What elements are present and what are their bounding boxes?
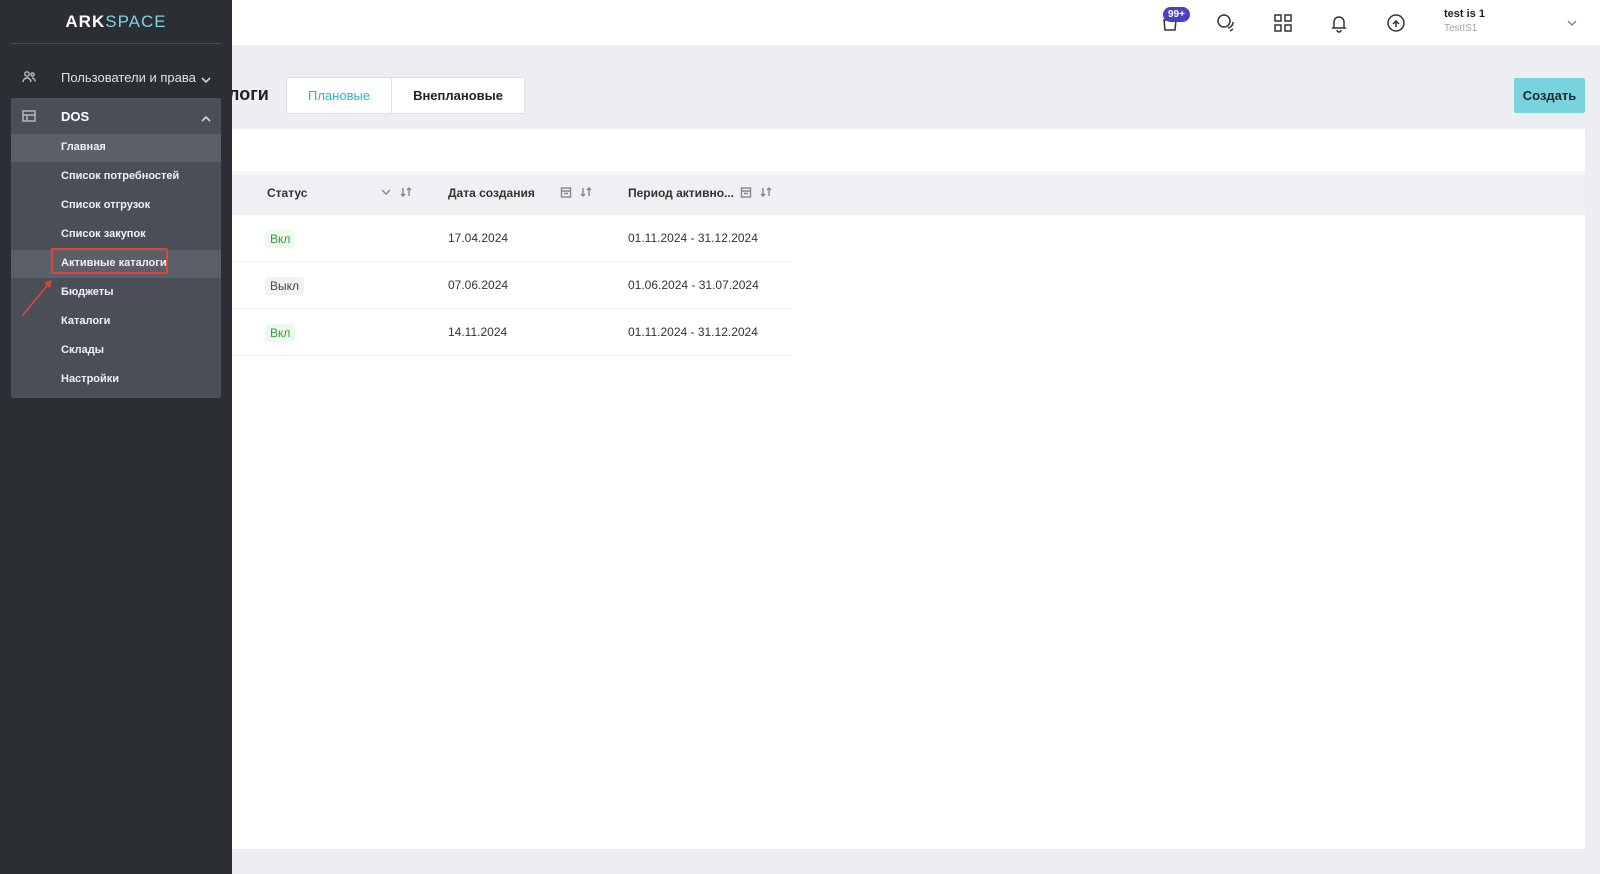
sort-icon[interactable] [400,186,412,198]
notifications-button[interactable] [1326,10,1352,36]
user-menu-toggle[interactable] [1566,16,1578,28]
created-date-cell: 07.06.2024 [448,278,509,292]
sidebar-subitem-label: Главная [61,141,106,153]
logo[interactable]: ARKSPACE [0,12,232,32]
sidebar-subitem-purchases[interactable]: Список закупок [11,221,221,249]
table-row[interactable]: Вкл 14.11.2024 01.11.2024 - 31.12.2024 [232,309,792,356]
table-row[interactable]: Вкл 17.04.2024 01.11.2024 - 31.12.2024 [232,215,792,262]
apps-grid-icon [1274,14,1292,32]
active-period-cell: 01.11.2024 - 31.12.2024 [628,231,758,245]
created-date-cell: 14.11.2024 [448,325,508,339]
catalog-type-tabs: Плановые Внеплановые [286,77,525,114]
sidebar-subitem-label: Каталоги [61,315,111,327]
sidebar-item-dos[interactable]: DOS [11,98,221,134]
create-button[interactable]: Создать [1514,78,1585,113]
user-name: test is 1 [1444,8,1485,20]
sidebar-subitem-needs[interactable]: Список потребностей [11,163,221,191]
chevron-up-icon [201,111,211,122]
cart-count-badge: 99+ [1163,7,1190,22]
users-icon [22,70,36,84]
annotation-highlight-box [51,248,168,274]
sidebar: ARKSPACE Пользователи и права DOS Главна… [0,0,232,874]
sort-icon[interactable] [580,186,592,198]
sort-icon[interactable] [760,186,772,198]
sidebar-subitem-warehouses[interactable]: Склады [11,337,221,365]
sidebar-subitem-settings[interactable]: Настройки [11,366,221,394]
logo-accent-text: SPACE [105,12,167,31]
chat-button[interactable] [1213,10,1239,36]
sidebar-subitem-shipments[interactable]: Список отгрузок [11,192,221,220]
column-status[interactable]: Статус [267,186,307,200]
sidebar-subitem-label: Бюджеты [61,286,114,298]
sidebar-subitem-home[interactable]: Главная [11,134,221,162]
annotation-arrow-icon [21,280,52,317]
sync-icon [1387,14,1405,32]
calendar-filter-icon[interactable] [740,186,752,198]
chevron-down-icon [201,72,211,84]
apps-button[interactable] [1270,10,1296,36]
sidebar-subitem-label: Настройки [61,373,120,385]
status-column-controls [380,186,412,198]
column-created-date[interactable]: Дата создания [448,186,535,200]
status-badge: Вкл [265,230,296,248]
tab-planned[interactable]: Плановые [286,77,393,114]
sidebar-subitem-label: Список отгрузок [61,199,151,211]
sidebar-subitem-label: Список потребностей [61,170,180,182]
dos-module-icon [22,109,36,123]
tab-unplanned[interactable]: Внеплановые [392,77,525,114]
user-company: TestIS1 [1444,23,1478,34]
divider [11,43,221,44]
created-column-controls [560,186,592,198]
table-header: Статус Дата создания Период активно... [232,174,1585,215]
sync-button[interactable] [1383,10,1409,36]
chevron-down-icon [1567,20,1577,27]
created-date-cell: 17.04.2024 [448,231,509,245]
chat-icon [1217,14,1234,32]
sidebar-subitem-label: Список закупок [61,228,146,240]
status-badge: Выкл [265,277,305,295]
user-menu[interactable]: test is 1 TestIS1 [1444,8,1485,34]
active-period-cell: 01.11.2024 - 31.12.2024 [628,325,758,339]
filter-dropdown-icon[interactable] [380,186,392,198]
top-bar: 99+ test is 1 TestIS1 [0,0,1600,45]
cart-button[interactable]: 99+ [1157,7,1190,36]
active-period-cell: 01.06.2024 - 31.07.2024 [628,278,759,292]
sidebar-item-label: Пользователи и права [61,69,196,85]
bell-icon [1331,16,1347,33]
column-active-period[interactable]: Период активно... [628,186,734,200]
status-badge: Вкл [265,324,296,342]
calendar-filter-icon[interactable] [560,186,572,198]
table-row[interactable]: Выкл 07.06.2024 01.06.2024 - 31.07.2024 [232,262,792,309]
page-title: логи [228,84,269,104]
sidebar-subitem-label: Склады [61,344,105,356]
sidebar-item-label: DOS [61,108,90,124]
catalogs-panel: Статус Дата создания Период активно... В… [232,129,1585,849]
sidebar-item-users[interactable]: Пользователи и права [11,59,221,95]
logo-main-text: ARK [65,12,106,31]
period-column-controls [740,186,772,198]
filter-bar [232,129,1585,173]
